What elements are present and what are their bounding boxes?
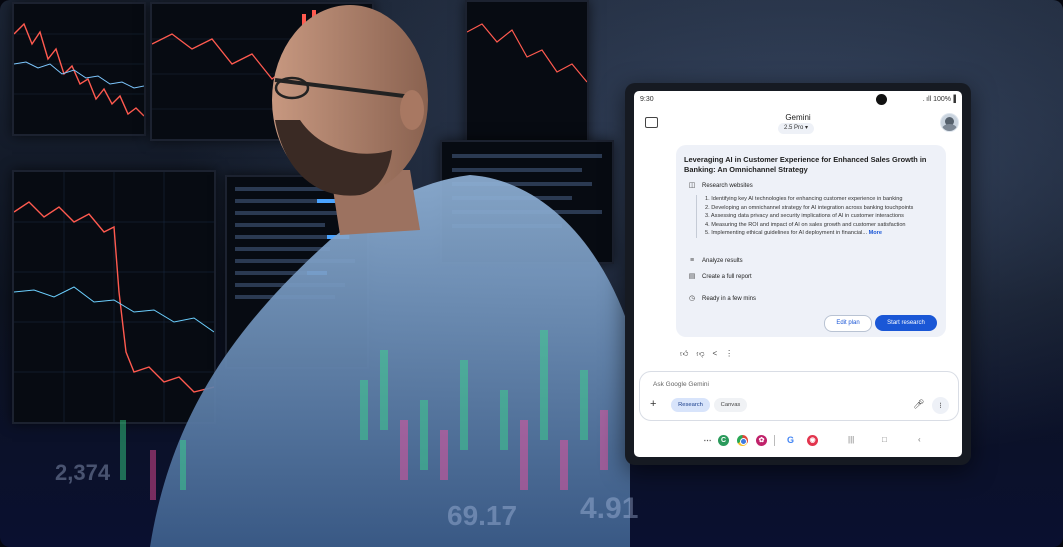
plus-icon[interactable]: +	[650, 398, 656, 410]
prompt-input[interactable]: Ask Google Gemini	[653, 381, 709, 388]
report-icon: ▤	[688, 273, 696, 280]
background-number: 2,374	[55, 460, 111, 485]
analyze-row: ≡ Analyze results	[689, 257, 743, 264]
research-plan-card: Leveraging AI in Customer Experience for…	[676, 145, 946, 337]
background-number: 4.91	[580, 492, 639, 525]
camera-app-icon[interactable]: ◉	[807, 435, 818, 446]
avatar[interactable]	[940, 113, 959, 132]
step-item: 3. Assessing data privacy and security i…	[705, 213, 904, 220]
background-monitor	[150, 2, 374, 141]
step-item: 2. Developing an omnichannel strategy fo…	[705, 204, 914, 211]
phone-app-icon[interactable]: C	[718, 435, 729, 446]
hero-canvas: 69.17 4.91 2,374 9:30 . ıll 100%▐ Gemini…	[0, 0, 1063, 547]
mic-icon[interactable]: 🎤︎	[913, 399, 924, 410]
ready-row: ◷ Ready in a few mins	[688, 295, 757, 302]
gallery-app-icon[interactable]: ✿	[756, 435, 767, 446]
step-item: 4. Measuring the ROI and impact of AI on…	[705, 221, 906, 228]
home-icon[interactable]: □	[882, 435, 887, 444]
background-number: 69.17	[447, 500, 518, 531]
step-item: 1. Identifying key AI technologies for e…	[705, 196, 903, 202]
research-chip[interactable]: Research	[671, 398, 710, 412]
canvas-chip[interactable]: Canvas	[714, 398, 747, 412]
globe-icon: ◫	[688, 182, 696, 189]
background-monitor	[465, 0, 589, 154]
background-monitor	[12, 170, 216, 424]
share-icon[interactable]: <	[713, 349, 726, 358]
thumbs-up-icon[interactable]: 👍︎	[680, 349, 696, 358]
research-websites-row: ◫ Research websites	[688, 182, 753, 189]
model-selector[interactable]: 2.5 Pro ▾	[778, 123, 815, 134]
more-link[interactable]: More	[869, 230, 882, 236]
status-signal-battery: . ıll 100%▐	[919, 96, 956, 103]
clock-icon: ◷	[688, 295, 696, 302]
recents-icon[interactable]: |||	[848, 435, 854, 444]
app-title: Gemini	[785, 113, 811, 122]
analyze-icon: ≡	[689, 257, 695, 264]
prompt-input-box[interactable]: Ask Google Gemini + Research Canvas 🎤︎ ⁝	[639, 371, 959, 421]
front-camera	[876, 94, 887, 105]
background-monitor	[225, 175, 369, 369]
start-research-button[interactable]: Start research	[875, 315, 937, 331]
plan-title: Leveraging AI in Customer Experience for…	[684, 155, 927, 174]
response-actions: 👍︎👎︎<⋮	[680, 349, 741, 359]
app-grid-icon[interactable]: ⋯	[702, 435, 713, 446]
step-item: 5. Implementing ethical guidelines for A…	[705, 230, 882, 237]
research-steps: 1. Identifying key AI technologies for e…	[696, 195, 953, 238]
status-bar: 9:30 . ıll 100%▐	[634, 91, 962, 109]
taskbar: ⋯ C ✿ G ◉ ||| □ ‹	[634, 429, 962, 453]
background-monitor	[440, 140, 614, 264]
more-icon[interactable]: ⋮	[725, 349, 741, 358]
foldable-tablet: 9:30 . ıll 100%▐ Gemini 2.5 Pro ▾ Levera…	[625, 83, 971, 465]
taskbar-divider	[774, 435, 775, 446]
back-icon[interactable]: ‹	[918, 435, 921, 444]
google-app-icon[interactable]: G	[784, 435, 797, 446]
gemini-app-screen: 9:30 . ıll 100%▐ Gemini 2.5 Pro ▾ Levera…	[634, 91, 962, 457]
live-icon[interactable]: ⁝	[932, 397, 949, 414]
report-row: ▤ Create a full report	[688, 273, 752, 280]
edit-plan-button[interactable]: Edit plan	[824, 315, 872, 332]
background-monitor	[12, 2, 146, 136]
status-time: 9:30	[640, 96, 654, 103]
thumbs-down-icon[interactable]: 👎︎	[696, 349, 712, 358]
chrome-app-icon[interactable]	[737, 435, 748, 446]
